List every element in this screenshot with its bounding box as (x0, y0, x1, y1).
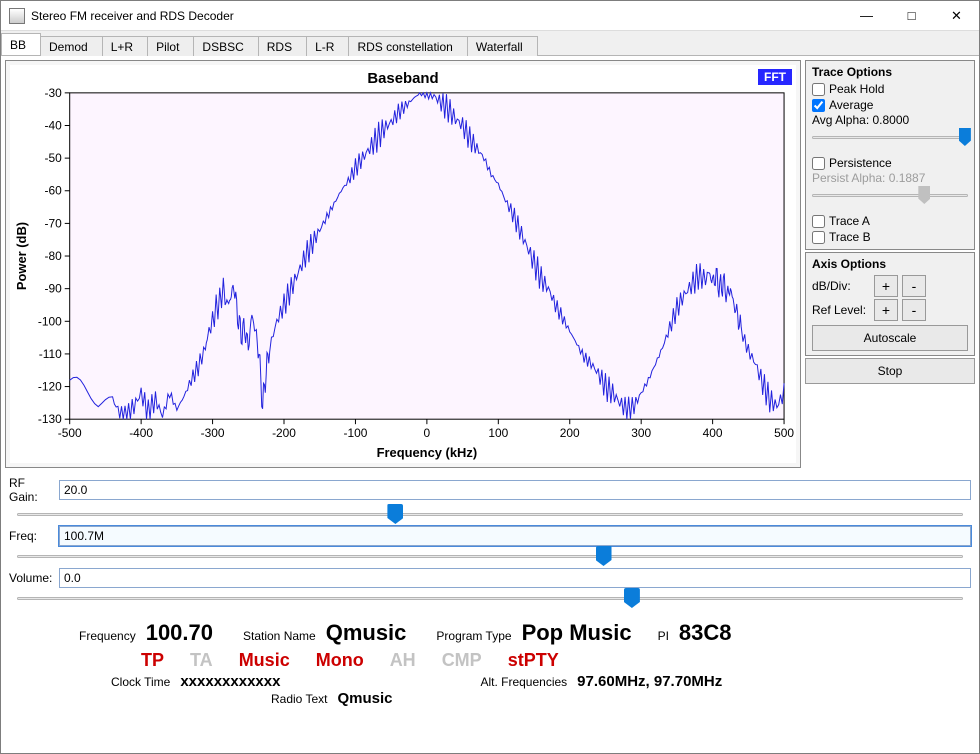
svg-text:-200: -200 (272, 426, 296, 440)
svg-text:100: 100 (488, 426, 508, 440)
ref-level-label: Ref Level: (812, 303, 870, 317)
autoscale-button[interactable]: Autoscale (812, 325, 968, 351)
flag-ah: AH (390, 650, 416, 671)
persistence-checkbox[interactable]: Persistence (812, 155, 968, 171)
rf-gain-input[interactable] (59, 480, 971, 500)
status-panel: Frequency 100.70 Station Name Qmusic Pro… (1, 614, 979, 713)
svg-text:-500: -500 (58, 426, 82, 440)
flag-ta: TA (190, 650, 213, 671)
average-checkbox[interactable]: Average (812, 97, 968, 113)
status-altf-value: 97.60MHz, 97.70MHz (577, 673, 722, 690)
svg-text:Frequency (kHz): Frequency (kHz) (377, 445, 478, 460)
flag-stpty: stPTY (508, 650, 559, 671)
svg-text:-400: -400 (129, 426, 153, 440)
ref-level-plus[interactable]: + (874, 299, 898, 321)
flag-music: Music (239, 650, 290, 671)
persist-alpha-slider[interactable] (812, 187, 968, 205)
app-icon (9, 8, 25, 24)
volume-slider[interactable] (17, 590, 963, 608)
avg-alpha-slider[interactable] (812, 129, 968, 147)
status-station-label: Station Name (243, 629, 316, 643)
freq-label: Freq: (9, 529, 55, 543)
trace-options-title: Trace Options (812, 65, 968, 81)
tab-bar: BBDemodL+RPilotDSBSCRDSL-RRDS constellat… (1, 31, 979, 55)
svg-text:Power (dB): Power (dB) (14, 222, 29, 290)
volume-input[interactable] (59, 568, 971, 588)
stop-button[interactable]: Stop (805, 358, 975, 384)
axis-options-title: Axis Options (812, 257, 968, 273)
status-radiotext-value: Qmusic (337, 690, 392, 707)
svg-text:300: 300 (631, 426, 651, 440)
svg-text:-130: -130 (38, 412, 62, 426)
freq-input[interactable] (59, 526, 971, 546)
tab-demod[interactable]: Demod (40, 36, 103, 56)
flag-tp: TP (141, 650, 164, 671)
status-freq-value: 100.70 (146, 620, 213, 646)
svg-text:500: 500 (774, 426, 794, 440)
svg-text:-300: -300 (201, 426, 225, 440)
status-radiotext-label: Radio Text (271, 692, 327, 706)
svg-text:-120: -120 (38, 380, 62, 394)
minimize-button[interactable]: — (844, 1, 889, 30)
trace-b-checkbox[interactable]: Trace B (812, 229, 968, 245)
fft-badge[interactable]: FFT (758, 69, 792, 85)
db-div-plus[interactable]: + (874, 275, 898, 297)
volume-label: Volume: (9, 571, 55, 585)
db-div-label: dB/Div: (812, 279, 870, 293)
tab-dsbsc[interactable]: DSBSC (193, 36, 258, 56)
maximize-button[interactable]: □ (889, 1, 934, 30)
svg-text:0: 0 (424, 426, 431, 440)
status-ptype-value: Pop Music (522, 620, 632, 646)
status-clock-label: Clock Time (111, 675, 170, 689)
flag-cmp: CMP (442, 650, 482, 671)
window-title: Stereo FM receiver and RDS Decoder (31, 9, 844, 23)
db-div-minus[interactable]: - (902, 275, 926, 297)
svg-text:-100: -100 (344, 426, 368, 440)
svg-text:-60: -60 (45, 184, 63, 198)
trace-options-panel: Trace Options Peak Hold Average Avg Alph… (805, 60, 975, 250)
status-ptype-label: Program Type (436, 629, 511, 643)
status-altf-label: Alt. Frequencies (480, 675, 567, 689)
axis-options-panel: Axis Options dB/Div: + - Ref Level: + - … (805, 252, 975, 356)
svg-text:-30: -30 (45, 86, 63, 100)
svg-text:-90: -90 (45, 282, 63, 296)
tab-pilot[interactable]: Pilot (147, 36, 194, 56)
flag-mono: Mono (316, 650, 364, 671)
status-pi-value: 83C8 (679, 620, 732, 646)
plot-pane: FFT Baseband -500 -400 -300 -200 -100 0 100 200 3… (5, 60, 801, 468)
svg-text:400: 400 (703, 426, 723, 440)
freq-slider[interactable] (17, 548, 963, 566)
svg-text:-50: -50 (45, 151, 63, 165)
persist-alpha-label: Persist Alpha: 0.1887 (812, 171, 968, 185)
tab-l-r[interactable]: L+R (102, 36, 148, 56)
status-clock-value: xxxxxxxxxxxx (180, 673, 280, 690)
rf-gain-label: RF Gain: (9, 476, 55, 504)
titlebar: Stereo FM receiver and RDS Decoder — □ ✕ (1, 1, 979, 31)
status-station-value: Qmusic (326, 620, 407, 646)
status-freq-label: Frequency (79, 629, 136, 643)
svg-text:-100: -100 (38, 314, 62, 328)
tab-waterfall[interactable]: Waterfall (467, 36, 538, 56)
tab-bb[interactable]: BB (1, 33, 41, 55)
svg-text:-80: -80 (45, 249, 63, 263)
ref-level-minus[interactable]: - (902, 299, 926, 321)
svg-text:-110: -110 (39, 347, 62, 361)
tab-l-r[interactable]: L-R (306, 36, 349, 56)
tab-rds[interactable]: RDS (258, 36, 307, 56)
peak-hold-checkbox[interactable]: Peak Hold (812, 81, 968, 97)
trace-a-checkbox[interactable]: Trace A (812, 213, 968, 229)
close-button[interactable]: ✕ (934, 1, 979, 30)
rf-gain-slider[interactable] (17, 506, 963, 524)
svg-text:-40: -40 (45, 118, 63, 132)
avg-alpha-label: Avg Alpha: 0.8000 (812, 113, 968, 127)
tab-rds-constellation[interactable]: RDS constellation (348, 36, 467, 56)
spectrum-plot[interactable]: Baseband -500 -400 -300 -200 -100 0 100 200 300 40… (10, 65, 796, 463)
svg-text:200: 200 (560, 426, 580, 440)
svg-text:-70: -70 (45, 216, 63, 230)
svg-text:Baseband: Baseband (367, 70, 438, 87)
status-pi-label: PI (658, 629, 669, 643)
